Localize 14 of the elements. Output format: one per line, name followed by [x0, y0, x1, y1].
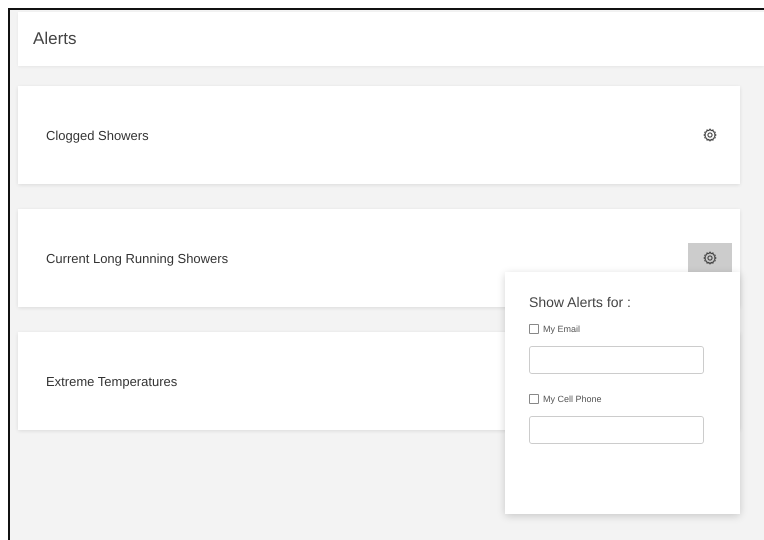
- page-title: Alerts: [33, 29, 76, 49]
- input-field[interactable]: [529, 346, 704, 374]
- alert-title: Current Long Running Showers: [46, 250, 228, 266]
- checkbox-label: My Email: [543, 324, 580, 334]
- settings-button[interactable]: [688, 242, 732, 274]
- alert-title: Extreme Temperatures: [46, 374, 178, 388]
- alert-title: Clogged Showers: [46, 128, 149, 142]
- popup-title: Show Alerts for :: [529, 294, 632, 310]
- settings-icon: [703, 251, 717, 265]
- checkbox[interactable]: [529, 394, 539, 404]
- checkbox[interactable]: [529, 324, 539, 334]
- settings-icon: [703, 128, 717, 142]
- checkbox-label: My Cell Phone: [543, 394, 602, 404]
- input-field[interactable]: [529, 416, 704, 444]
